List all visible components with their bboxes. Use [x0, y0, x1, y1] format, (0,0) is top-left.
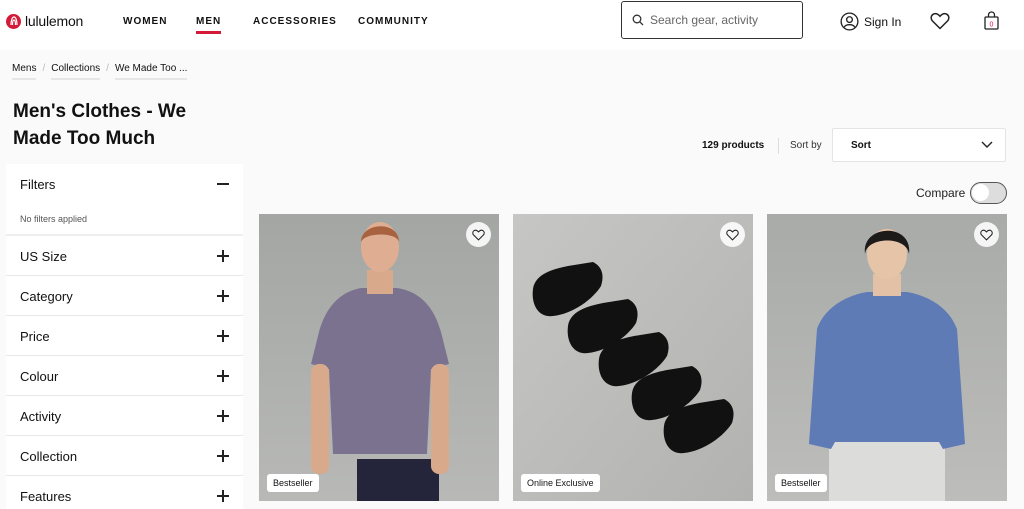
filter-activity[interactable]: Activity — [6, 396, 243, 436]
nav-accessories[interactable]: ACCESSORIES — [253, 16, 337, 27]
filters-header[interactable]: Filters No filters applied — [6, 164, 243, 236]
filter-label: Price — [20, 329, 50, 344]
product-card[interactable]: Bestseller — [767, 214, 1007, 501]
favorite-button[interactable] — [720, 222, 745, 247]
site-header: lululemon WOMEN MEN ACCESSORIES COMMUNIT… — [0, 0, 1024, 50]
page-title: Men's Clothes - We Made Too Much — [13, 101, 187, 149]
filter-label: Colour — [20, 369, 59, 384]
search-input[interactable] — [650, 13, 790, 27]
nav-men[interactable]: MEN — [196, 16, 222, 34]
filter-collection[interactable]: Collection — [6, 436, 243, 476]
collapse-icon[interactable] — [217, 183, 229, 185]
compare-toggle[interactable] — [970, 182, 1007, 204]
product-image-tshirt — [259, 214, 499, 501]
heart-icon — [472, 229, 485, 241]
favorite-button[interactable] — [466, 222, 491, 247]
filters-status: No filters applied — [20, 214, 88, 224]
search-icon — [632, 14, 644, 26]
product-badge: Online Exclusive — [521, 474, 600, 492]
breadcrumb-separator: / — [106, 63, 109, 74]
plus-icon — [217, 410, 229, 422]
filter-panel: Filters No filters applied US Size Categ… — [6, 164, 243, 509]
breadcrumb-mens[interactable]: Mens — [12, 63, 37, 80]
sort-dropdown[interactable]: Sort — [832, 128, 1006, 162]
plus-icon — [217, 370, 229, 382]
product-badge: Bestseller — [775, 474, 827, 492]
breadcrumb-collections[interactable]: Collections — [51, 63, 101, 80]
filter-price[interactable]: Price — [6, 316, 243, 356]
sort-by-label: Sort by — [790, 140, 822, 151]
sort-value: Sort — [851, 140, 871, 151]
plus-icon — [217, 450, 229, 462]
nav-women[interactable]: WOMEN — [123, 16, 167, 27]
heart-icon — [980, 229, 993, 241]
shopping-bag-button[interactable]: 0 — [983, 11, 1000, 36]
sign-in-button[interactable]: Sign In — [840, 12, 901, 31]
brand-name: lululemon — [25, 13, 84, 29]
breadcrumb-current[interactable]: We Made Too ... — [114, 63, 188, 80]
plus-icon — [217, 290, 229, 302]
product-count: 129 products — [702, 140, 765, 151]
plus-icon — [217, 330, 229, 342]
filter-category[interactable]: Category — [6, 276, 243, 316]
heart-icon — [726, 229, 739, 241]
shopping-bag-icon: 0 — [984, 11, 999, 30]
product-badge: Bestseller — [267, 474, 319, 492]
heart-icon — [930, 12, 950, 30]
filter-colour[interactable]: Colour — [6, 356, 243, 396]
brand-logo[interactable]: lululemon — [6, 13, 83, 29]
product-image-crewneck — [767, 214, 1007, 501]
breadcrumb-separator: / — [42, 63, 46, 74]
wishlist-button[interactable] — [930, 12, 950, 35]
filter-us-size[interactable]: US Size — [6, 236, 243, 276]
divider — [778, 138, 779, 154]
compare-label: Compare — [916, 186, 966, 200]
product-card[interactable]: Online Exclusive — [513, 214, 753, 501]
favorite-button[interactable] — [974, 222, 999, 247]
plus-icon — [217, 250, 229, 262]
sign-in-label: Sign In — [864, 14, 902, 29]
nav-community[interactable]: COMMUNITY — [358, 16, 429, 27]
filter-label: Collection — [20, 449, 78, 464]
filter-features[interactable]: Features — [6, 476, 243, 509]
plus-icon — [217, 490, 229, 502]
lululemon-logo-icon — [6, 13, 21, 29]
chevron-down-icon — [981, 141, 993, 148]
filter-label: Category — [20, 289, 73, 304]
search-box[interactable] — [621, 1, 803, 39]
filters-title: Filters — [20, 177, 56, 192]
product-card[interactable]: Bestseller — [259, 214, 499, 501]
product-image-socks — [513, 214, 753, 501]
bag-count: 0 — [990, 22, 994, 29]
breadcrumb: Mens / Collections / We Made Too ... — [12, 63, 188, 80]
user-icon — [840, 12, 859, 31]
filter-label: Features — [20, 489, 72, 504]
filter-label: Activity — [20, 409, 62, 424]
toggle-knob — [972, 184, 989, 201]
filter-label: US Size — [20, 249, 67, 264]
